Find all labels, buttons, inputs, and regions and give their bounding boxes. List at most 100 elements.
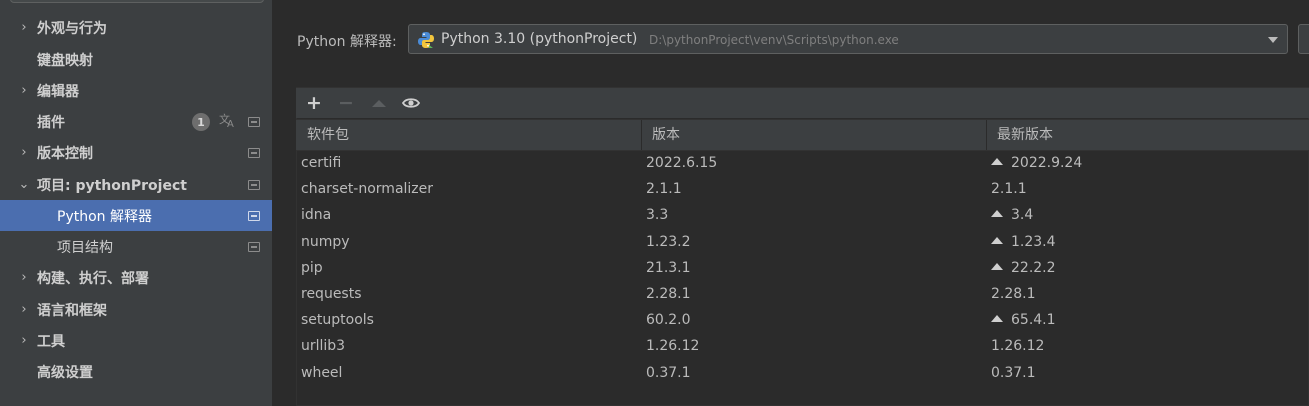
interpreter-label: Python 解释器:: [297, 34, 397, 50]
python-logo-icon: [418, 32, 434, 48]
upgrade-available-icon: [991, 210, 1003, 218]
chevron-right-icon: ›: [21, 270, 27, 285]
latest-version-text: 2022.9.24: [1011, 155, 1083, 171]
upgrade-available-icon: [991, 236, 1003, 244]
eye-icon: [402, 98, 420, 108]
chevron-right-icon: ›: [21, 20, 27, 35]
package-version: 60.2.0: [646, 312, 691, 329]
interpreter-name: Python 3.10 (pythonProject): [441, 31, 638, 47]
settings-search-field[interactable]: [10, 0, 264, 3]
sidebar-item-keymap[interactable]: 键盘映射: [0, 44, 272, 75]
sidebar-item-plugins[interactable]: 插件 1 文A: [0, 106, 272, 137]
column-header-version[interactable]: 版本: [652, 120, 680, 150]
table-row[interactable]: charset-normalizer 2.1.1 2.1.1: [296, 177, 1309, 203]
packages-toolbar: + −: [296, 88, 1309, 118]
sidebar-item-project-structure[interactable]: 项目结构: [0, 231, 272, 262]
sidebar-item-label: 语言和框架: [37, 302, 107, 319]
chevron-right-icon: ›: [21, 302, 27, 317]
settings-sidebar: › 外观与行为 键盘映射 › 编辑器 插件 1 文A › 版本控制 ⌄ 项目: …: [0, 0, 272, 406]
package-version: 2022.6.15: [646, 155, 718, 171]
latest-version-text: 0.37.1: [991, 364, 1036, 381]
interpreter-settings-button[interactable]: [1298, 24, 1309, 54]
table-row[interactable]: certifi 2022.6.15 2022.9.24: [296, 151, 1309, 177]
interpreter-dropdown[interactable]: Python 3.10 (pythonProject) D:\pythonPro…: [408, 24, 1288, 54]
table-row[interactable]: numpy 1.23.2 1.23.4: [296, 230, 1309, 256]
column-divider[interactable]: [986, 120, 987, 150]
chevron-right-icon: ›: [21, 83, 27, 98]
sidebar-item-label: 外观与行为: [37, 20, 107, 37]
project-scope-icon: [248, 117, 260, 127]
chevron-right-icon: ›: [21, 145, 27, 160]
package-name: idna: [301, 207, 332, 224]
sidebar-item-appearance[interactable]: › 外观与行为: [0, 12, 272, 43]
package-version: 21.3.1: [646, 259, 691, 276]
sidebar-item-label: 工具: [37, 333, 65, 350]
package-name: setuptools: [301, 312, 374, 329]
table-row[interactable]: requests 2.28.1 2.28.1: [296, 282, 1309, 308]
latest-version-text: 22.2.2: [1011, 259, 1056, 276]
notification-badge: 1: [192, 113, 210, 131]
chevron-down-icon: ⌄: [18, 177, 30, 192]
latest-version-text: 2.1.1: [991, 181, 1027, 198]
sidebar-item-version-control[interactable]: › 版本控制: [0, 137, 272, 168]
package-name: certifi: [301, 155, 342, 171]
translate-icon: 文A: [219, 112, 237, 132]
package-name: pip: [301, 259, 323, 276]
sidebar-item-advanced-settings[interactable]: 高级设置: [0, 356, 272, 387]
column-header-latest-version[interactable]: 最新版本: [997, 120, 1053, 150]
packages-table-body: certifi 2022.6.15 2022.9.24 charset-normali…: [296, 151, 1309, 387]
package-latest-version: 1.26.12: [991, 338, 1044, 354]
package-name: charset-normalizer: [301, 181, 434, 198]
interpreter-path: D:\pythonProject\venv\Scripts\python.exe: [649, 33, 899, 47]
show-early-releases-button[interactable]: [400, 92, 422, 114]
table-row[interactable]: pip 21.3.1 22.2.2: [296, 256, 1309, 282]
chevron-down-icon[interactable]: [1268, 37, 1278, 43]
sidebar-item-label: 项目: pythonProject: [37, 177, 187, 194]
sidebar-item-build-execution-deployment[interactable]: › 构建、执行、部署: [0, 262, 272, 293]
table-row[interactable]: wheel 0.37.1 0.37.1: [296, 361, 1309, 387]
package-version: 1.26.12: [646, 338, 700, 355]
upgrade-package-button[interactable]: [368, 92, 390, 114]
upgrade-available-icon: [991, 315, 1003, 323]
table-row[interactable]: urllib3 1.26.12 1.26.12: [296, 334, 1309, 360]
sidebar-item-label: Python 解释器: [57, 208, 152, 225]
package-name: urllib3: [301, 338, 346, 355]
column-header-package[interactable]: 软件包: [307, 120, 349, 150]
latest-version-text: 1.23.4: [1011, 233, 1056, 250]
package-name: wheel: [301, 364, 343, 381]
upgrade-available-icon: [991, 262, 1003, 270]
project-scope-icon: [248, 242, 260, 252]
add-package-button[interactable]: +: [303, 92, 325, 114]
package-latest-version: 1.23.4: [991, 234, 1056, 250]
sidebar-item-tools[interactable]: › 工具: [0, 325, 272, 356]
package-version: 3.3: [646, 207, 669, 224]
sidebar-item-python-interpreter[interactable]: Python 解释器: [0, 200, 272, 231]
column-divider[interactable]: [641, 120, 642, 150]
project-scope-icon: [248, 211, 260, 221]
sidebar-item-label: 构建、执行、部署: [37, 270, 149, 287]
package-latest-version: 65.4.1: [991, 312, 1056, 328]
package-version: 2.28.1: [646, 285, 691, 302]
upgrade-available-icon: [991, 158, 1003, 165]
sidebar-item-label: 版本控制: [37, 145, 93, 162]
package-latest-version: 2.28.1: [991, 286, 1036, 302]
package-version: 2.1.1: [646, 181, 682, 198]
sidebar-item-label: 键盘映射: [37, 52, 93, 69]
latest-version-text: 65.4.1: [1011, 312, 1056, 329]
package-latest-version: 3.4: [991, 207, 1033, 223]
package-name: requests: [301, 285, 362, 302]
sidebar-item-languages-frameworks[interactable]: › 语言和框架: [0, 294, 272, 325]
sidebar-item-label: 编辑器: [37, 83, 79, 100]
sidebar-item-editor[interactable]: › 编辑器: [0, 75, 272, 106]
latest-version-text: 1.26.12: [991, 338, 1045, 355]
latest-version-text: 2.28.1: [991, 285, 1036, 302]
package-name: numpy: [301, 233, 350, 250]
chevron-right-icon: ›: [21, 333, 27, 348]
remove-package-button[interactable]: −: [335, 92, 357, 114]
arrow-up-icon: [372, 99, 386, 107]
table-row[interactable]: setuptools 60.2.0 65.4.1: [296, 308, 1309, 334]
table-row[interactable]: idna 3.3 3.4: [296, 203, 1309, 229]
package-version: 0.37.1: [646, 364, 691, 381]
sidebar-item-project[interactable]: ⌄ 项目: pythonProject: [0, 169, 272, 200]
sidebar-item-label: 项目结构: [57, 239, 113, 256]
